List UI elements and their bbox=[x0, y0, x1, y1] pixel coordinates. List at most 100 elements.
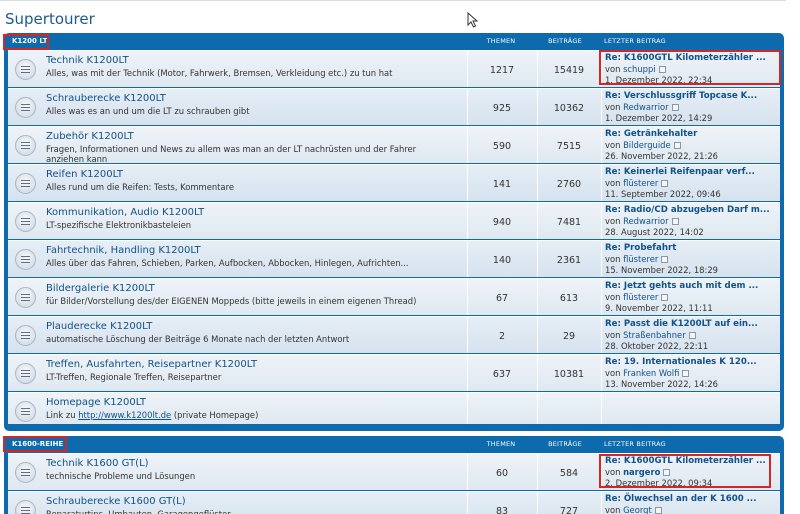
view-latest-post-icon[interactable] bbox=[654, 507, 662, 514]
forum-read-icon bbox=[15, 249, 36, 270]
forum-description: LT-Treffen, Regionale Treffen, Reisepart… bbox=[46, 372, 222, 382]
topics-count: 590 bbox=[492, 141, 512, 152]
by-label: von bbox=[605, 505, 621, 514]
view-latest-post-icon[interactable] bbox=[661, 294, 669, 301]
forum-description: Link zu http://www.k1200lt.de (private H… bbox=[46, 410, 456, 420]
forum-name[interactable]: Plauderecke K1200LT bbox=[46, 321, 152, 332]
by-label: von bbox=[605, 216, 621, 226]
posts-count: 613 bbox=[559, 293, 579, 304]
forum-description: für Bilder/Vorstellung des/der EIGENEN M… bbox=[46, 296, 417, 306]
last-post-title[interactable]: Re: Ölwechsel an der K 1600 ... bbox=[605, 494, 785, 505]
forum-row: Schrauberecke K1200LT Alles was es an un… bbox=[8, 88, 780, 125]
posts-count: 10381 bbox=[553, 369, 585, 380]
author-link[interactable]: Bilderguide bbox=[623, 140, 671, 150]
forum-read-icon bbox=[15, 59, 36, 80]
view-latest-post-icon[interactable] bbox=[661, 180, 669, 187]
author-link[interactable]: flüsterer bbox=[623, 292, 658, 302]
last-post-date: 15. November 2022, 18:29 bbox=[605, 265, 718, 275]
forum-name[interactable]: Technik K1600 GT(L) bbox=[46, 458, 149, 469]
last-post: Re: Getränkehalter von Bilderguide 26. N… bbox=[605, 129, 785, 162]
topics-count: 60 bbox=[495, 468, 509, 479]
forum-row: Bildergalerie K1200LT für Bilder/Vorstel… bbox=[8, 278, 780, 315]
author-link[interactable]: Franken Wolfi bbox=[623, 368, 679, 378]
forum-name[interactable]: Technik K1200LT bbox=[46, 55, 129, 66]
forum-name[interactable]: Treffen, Ausfahrten, Reisepartner K1200L… bbox=[46, 359, 257, 370]
column-separator bbox=[601, 241, 602, 277]
last-post-author: von Straßenbahner bbox=[605, 330, 785, 341]
desc-suffix: (private Homepage) bbox=[173, 410, 259, 420]
forum-row: Kommunikation, Audio K1200LT LT-spezifis… bbox=[8, 202, 780, 239]
forum-read-icon bbox=[15, 363, 36, 384]
desc-prefix: Link zu bbox=[46, 410, 76, 420]
view-latest-post-icon[interactable] bbox=[671, 218, 679, 225]
last-post-date: 26. November 2022, 21:26 bbox=[605, 151, 718, 161]
highlight-box bbox=[599, 50, 781, 85]
column-separator bbox=[601, 279, 602, 315]
last-post-title[interactable]: Re: Verschlussgriff Topcase K... bbox=[605, 91, 785, 102]
column-separator bbox=[601, 355, 602, 391]
top-divider bbox=[0, 0, 786, 3]
forum-name[interactable]: Homepage K1200LT bbox=[46, 397, 146, 408]
author-link[interactable]: flüsterer bbox=[623, 178, 658, 188]
author-link[interactable]: Redwarrior bbox=[623, 216, 669, 226]
forum-name[interactable]: Schrauberecke K1200LT bbox=[46, 93, 166, 104]
highlight-box bbox=[599, 454, 771, 488]
mouse-cursor-icon bbox=[467, 12, 479, 28]
view-latest-post-icon[interactable] bbox=[661, 256, 669, 263]
last-post-date: 11. September 2022, 09:46 bbox=[605, 189, 721, 199]
last-post: Re: Radio/CD abzugeben Darf m... von Red… bbox=[605, 205, 785, 238]
last-post-title[interactable]: Re: 19. Internationales K 120... bbox=[605, 357, 785, 368]
forum-description: Alles was es an und um die LT zu schraub… bbox=[46, 106, 250, 116]
last-post-title[interactable]: Re: Getränkehalter bbox=[605, 129, 785, 140]
column-separator bbox=[537, 393, 538, 424]
forum-description: automatische Löschung der Beiträge 6 Mon… bbox=[46, 334, 350, 344]
last-post-author: von Georgt bbox=[605, 505, 785, 514]
view-latest-post-icon[interactable] bbox=[671, 104, 679, 111]
author-link[interactable]: flüsterer bbox=[623, 254, 658, 264]
forum-name[interactable]: Reifen K1200LT bbox=[46, 169, 123, 180]
last-post-title[interactable]: Re: Jetzt gehts auch mit dem ... bbox=[605, 281, 785, 292]
author-link[interactable]: Straßenbahner bbox=[623, 330, 686, 340]
last-post-title[interactable]: Re: Probefahrt bbox=[605, 243, 785, 254]
view-latest-post-icon[interactable] bbox=[673, 142, 681, 149]
last-post-date: 13. November 2022, 14:26 bbox=[605, 379, 718, 389]
page-title[interactable]: Supertourer bbox=[5, 10, 95, 28]
last-post-date: 28. August 2022, 14:02 bbox=[605, 227, 704, 237]
forum-row: Treffen, Ausfahrten, Reisepartner K1200L… bbox=[8, 354, 780, 391]
last-post: Re: Verschlussgriff Topcase K... von Red… bbox=[605, 91, 785, 124]
column-last-post-header: LETZTER BEITRAG bbox=[604, 37, 666, 45]
forum-row: Zubehör K1200LT Fragen, Informationen un… bbox=[8, 126, 780, 164]
by-label: von bbox=[605, 368, 621, 378]
category-k1200lt: K1200 LT THEMEN BEITRÄGE LETZTER BEITRAG… bbox=[4, 33, 784, 431]
forum-name[interactable]: Zubehör K1200LT bbox=[46, 131, 134, 142]
author-link[interactable]: Redwarrior bbox=[623, 102, 669, 112]
last-post-author: von Redwarrior bbox=[605, 102, 785, 113]
forum-name[interactable]: Bildergalerie K1200LT bbox=[46, 283, 155, 294]
column-topics-header: THEMEN bbox=[486, 37, 516, 45]
last-post: Re: Probefahrt von flüsterer 15. Novembe… bbox=[605, 243, 785, 276]
forum-name[interactable]: Kommunikation, Audio K1200LT bbox=[46, 207, 204, 218]
last-post-title[interactable]: Re: Keinerlei Reifenpaar verf... bbox=[605, 167, 785, 178]
column-separator bbox=[601, 127, 602, 163]
highlight-box bbox=[3, 436, 67, 452]
topics-count: 67 bbox=[495, 293, 509, 304]
forum-name[interactable]: Fahrtechnik, Handling K1200LT bbox=[46, 245, 201, 256]
last-post: Re: 19. Internationales K 120... von Fra… bbox=[605, 357, 785, 390]
forum-read-icon bbox=[15, 287, 36, 308]
topics-count: 2 bbox=[498, 331, 506, 342]
last-post-title[interactable]: Re: Radio/CD abzugeben Darf m... bbox=[605, 205, 785, 216]
forum-name[interactable]: Schrauberecke K1600 GT(L) bbox=[46, 496, 186, 507]
posts-count: 7515 bbox=[556, 141, 582, 152]
posts-count: 15419 bbox=[553, 65, 585, 76]
posts-count: 2361 bbox=[556, 255, 582, 266]
view-latest-post-icon[interactable] bbox=[682, 370, 690, 377]
topics-count: 1217 bbox=[489, 65, 515, 76]
view-latest-post-icon[interactable] bbox=[688, 332, 696, 339]
forum-read-icon bbox=[15, 500, 36, 514]
by-label: von bbox=[605, 330, 621, 340]
author-link[interactable]: Georgt bbox=[623, 505, 652, 514]
homepage-link[interactable]: http://www.k1200lt.de bbox=[78, 410, 171, 420]
category-header: K1600-REIHE THEMEN BEITRÄGE LETZTER BEIT… bbox=[8, 436, 780, 452]
posts-count: 7481 bbox=[556, 217, 582, 228]
last-post-title[interactable]: Re: Passt die K1200LT auf ein... bbox=[605, 319, 785, 330]
